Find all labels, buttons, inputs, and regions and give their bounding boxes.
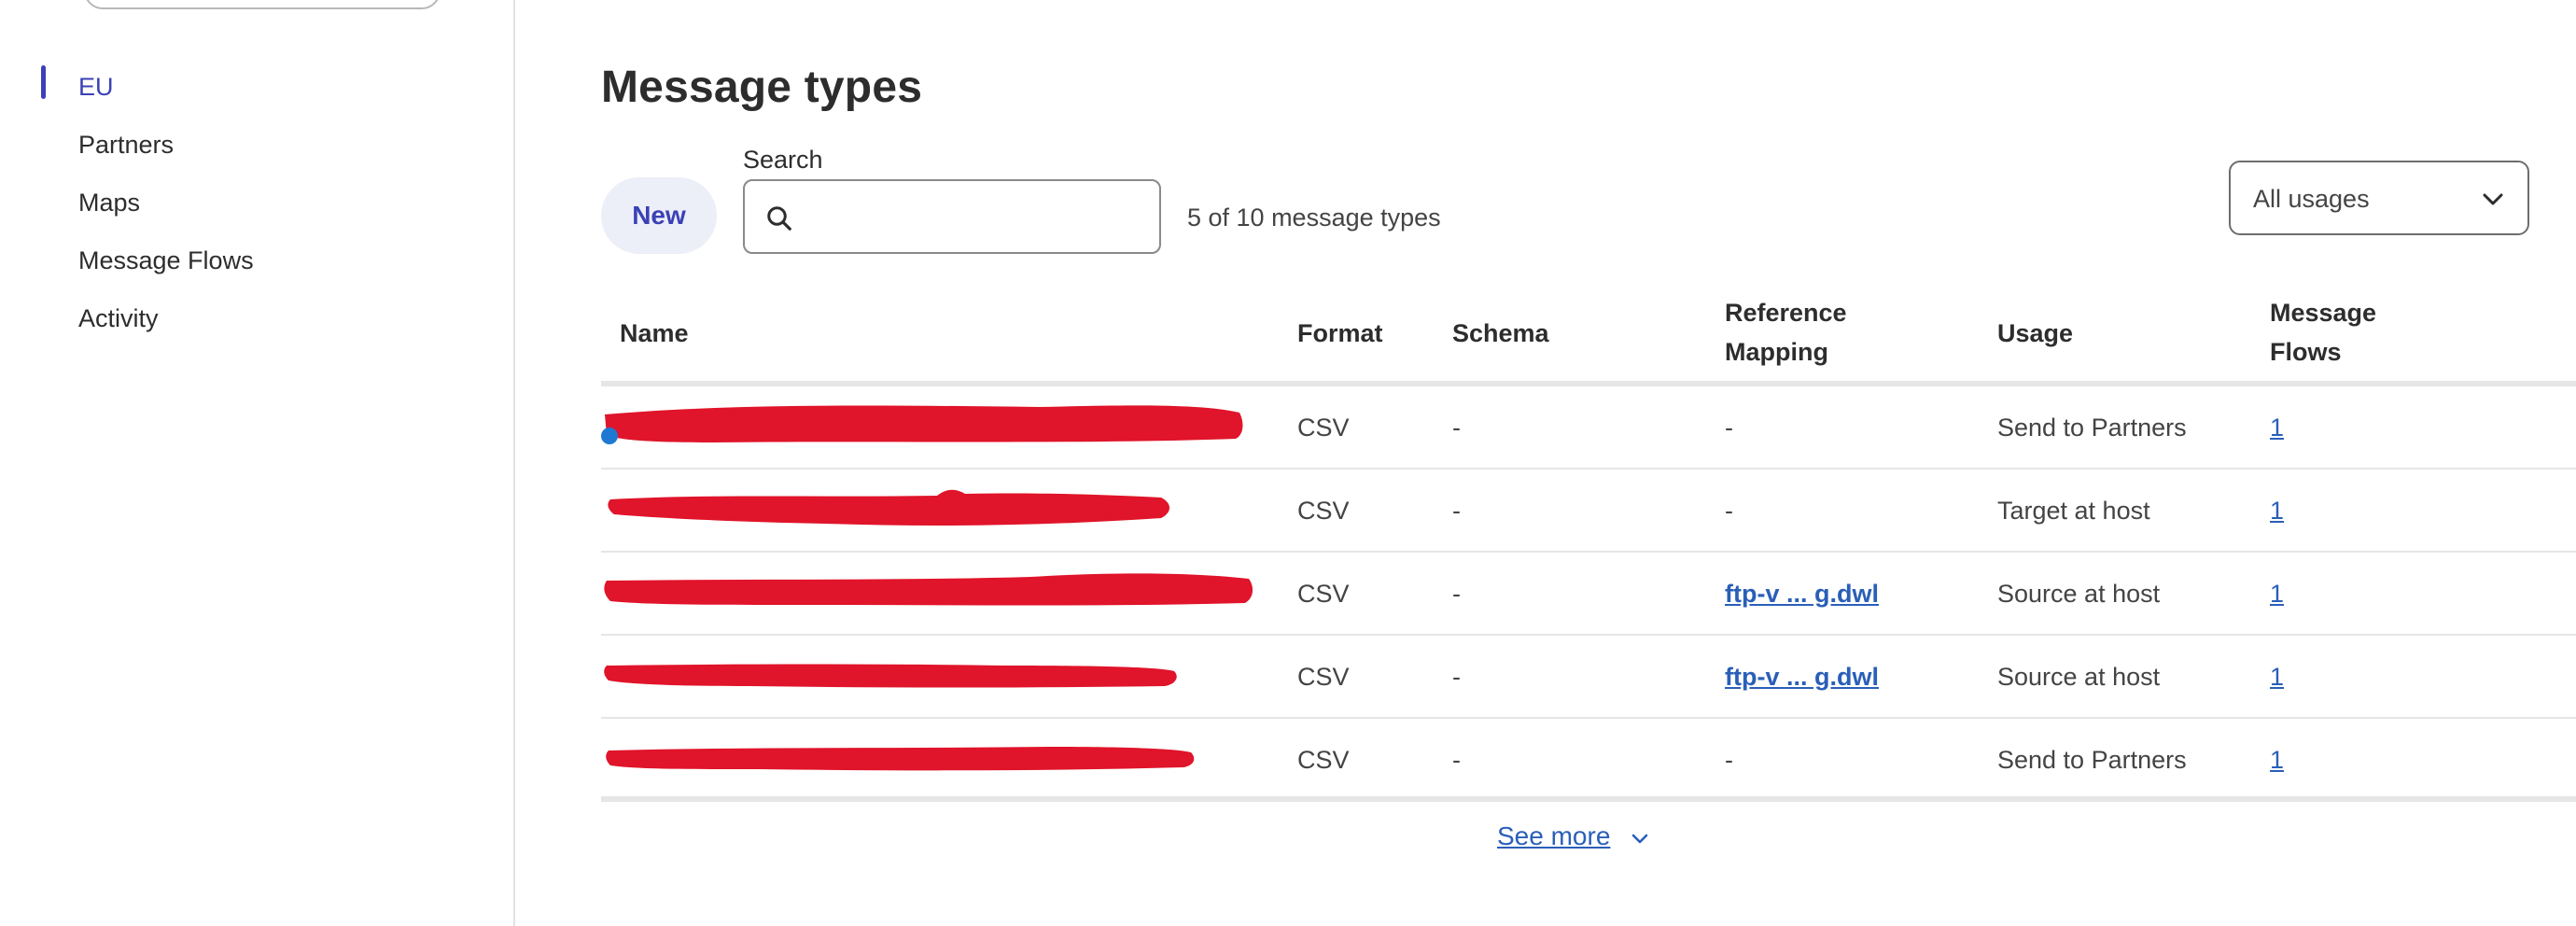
redaction-mark: [608, 489, 1169, 526]
redaction-mark: [606, 747, 1195, 771]
schema-cell: -: [1452, 580, 1461, 608]
table-row: CSV - ftp-v ... g.dwl Source at host 1: [601, 553, 2576, 636]
format-cell: CSV: [1297, 663, 1350, 691]
sidebar-item-eu[interactable]: EU: [0, 58, 515, 116]
message-type-name-link[interactable]: [601, 636, 1254, 719]
message-flows-link[interactable]: 1: [2270, 719, 2284, 802]
usage-cell: Source at host: [1997, 663, 2161, 691]
format-cell: CSV: [1297, 746, 1350, 774]
redaction-mark: [604, 573, 1253, 606]
schema-cell: -: [1452, 414, 1461, 442]
message-flows-link[interactable]: 1: [2270, 636, 2284, 719]
table-header: Name Format Schema Reference Mapping Usa…: [601, 280, 2576, 386]
search-input[interactable]: [806, 189, 1142, 245]
usage-cell: Send to Partners: [1997, 746, 2187, 774]
column-header-schema[interactable]: Schema: [1452, 314, 1549, 353]
sidebar-item-activity[interactable]: Activity: [0, 289, 515, 347]
column-header-reference-mapping-line2: Mapping: [1725, 338, 1828, 366]
main-content: Message types New Search 5 of 10 message…: [515, 0, 2576, 926]
column-header-format[interactable]: Format: [1297, 314, 1383, 353]
message-type-name-link[interactable]: [601, 719, 1254, 802]
chevron-down-icon: [2483, 193, 2503, 205]
usage-cell: Source at host: [1997, 580, 2161, 608]
reference-mapping-link[interactable]: ftp-v ... g.dwl: [1725, 636, 1879, 719]
usage-cell: Send to Partners: [1997, 414, 2187, 442]
sidebar-item-partners[interactable]: Partners: [0, 116, 515, 174]
column-header-reference-mapping-line1: Reference: [1725, 299, 1847, 327]
table-row: CSV - - Send to Partners 1: [601, 386, 2576, 470]
search-field[interactable]: [743, 179, 1161, 254]
table-row: CSV - ftp-v ... g.dwl Source at host 1: [601, 636, 2576, 719]
schema-cell: -: [1452, 663, 1461, 691]
schema-cell: -: [1452, 746, 1461, 774]
column-header-message-flows-line2: Flows: [2270, 338, 2342, 366]
column-header-reference-mapping[interactable]: Reference Mapping: [1725, 293, 1847, 372]
sidebar-item-message-flows[interactable]: Message Flows: [0, 232, 515, 289]
focus-indicator: [601, 428, 618, 444]
reference-mapping-cell: -: [1725, 746, 1733, 774]
new-button[interactable]: New: [601, 177, 717, 254]
format-cell: CSV: [1297, 497, 1350, 525]
column-header-message-flows[interactable]: Message Flows: [2270, 293, 2376, 372]
search-icon: [767, 206, 791, 231]
sidebar-search-input[interactable]: [84, 0, 441, 9]
sidebar-nav: EU Partners Maps Message Flows Activity: [0, 58, 515, 347]
result-count: 5 of 10 message types: [1187, 203, 1441, 232]
message-flows-link[interactable]: 1: [2270, 470, 2284, 553]
reference-mapping-link[interactable]: ftp-v ... g.dwl: [1725, 553, 1879, 636]
format-cell: CSV: [1297, 414, 1350, 442]
message-type-name-link[interactable]: [601, 470, 1254, 553]
message-type-name-link[interactable]: [601, 553, 1254, 636]
sidebar: EU Partners Maps Message Flows Activity: [0, 0, 515, 926]
usage-filter-value: All usages: [2253, 185, 2370, 213]
table-row: CSV - - Send to Partners 1: [601, 719, 2576, 802]
message-flows-link[interactable]: 1: [2270, 386, 2284, 470]
message-types-table: Name Format Schema Reference Mapping Usa…: [601, 280, 2576, 802]
column-header-name[interactable]: Name: [620, 314, 689, 353]
redaction-mark: [604, 664, 1177, 688]
search-label: Search: [743, 146, 823, 174]
redaction-mark: [605, 405, 1243, 442]
usage-cell: Target at host: [1997, 497, 2150, 525]
see-more-button[interactable]: See more: [1497, 821, 1649, 851]
reference-mapping-cell: -: [1725, 414, 1733, 442]
page-title: Message types: [601, 63, 923, 112]
chevron-down-icon: [1631, 834, 1648, 843]
reference-mapping-cell: -: [1725, 497, 1733, 525]
message-flows-link[interactable]: 1: [2270, 553, 2284, 636]
message-type-name-link[interactable]: [601, 386, 1254, 470]
table-row: CSV - - Target at host 1: [601, 470, 2576, 553]
format-cell: CSV: [1297, 580, 1350, 608]
sidebar-item-maps[interactable]: Maps: [0, 174, 515, 232]
column-header-message-flows-line1: Message: [2270, 299, 2377, 327]
schema-cell: -: [1452, 497, 1461, 525]
column-header-usage[interactable]: Usage: [1997, 314, 2073, 353]
usage-filter-dropdown[interactable]: All usages: [2229, 161, 2529, 235]
see-more-label: See more: [1497, 821, 1611, 850]
app-window: EU Partners Maps Message Flows Activity …: [0, 0, 2576, 926]
